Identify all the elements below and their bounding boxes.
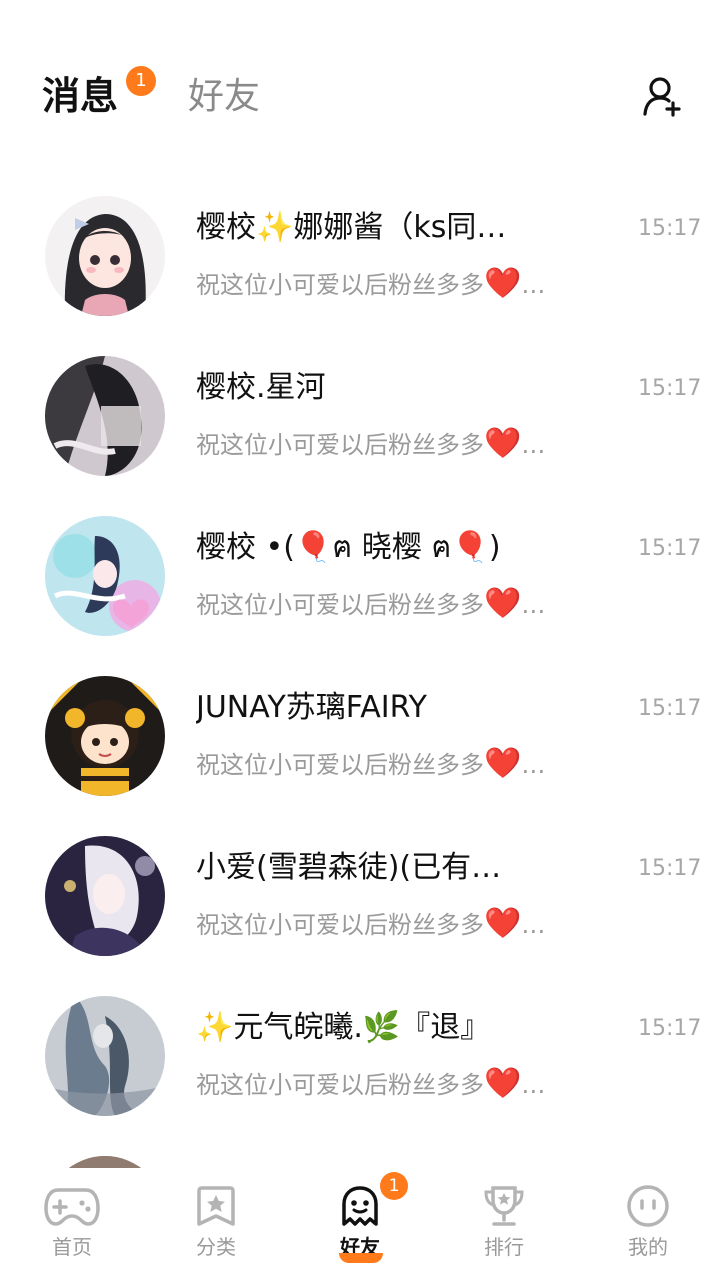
avatar[interactable] [45, 676, 165, 796]
avatar[interactable] [45, 196, 165, 316]
nav-ranking[interactable]: 排行 [454, 1184, 554, 1274]
conversation-list[interactable]: 樱校✨娜娜酱（ks同… 15:17 祝这位小可爱以后粉丝多多❤️… 樱校.星河 … [0, 178, 720, 1168]
tab-messages[interactable]: 消息 [42, 72, 118, 120]
nav-home[interactable]: 首页 [22, 1184, 122, 1274]
conversation-row[interactable]: 樱校✨娜娜酱（ks同… 15:17 祝这位小可爱以后粉丝多多❤️… [0, 178, 720, 338]
conversation-preview: 祝这位小可爱以后粉丝多多❤️… [196, 746, 546, 781]
avatar[interactable] [45, 1156, 165, 1168]
active-tab-indicator [339, 1253, 383, 1263]
conversation-time: 15:17 [638, 1016, 702, 1041]
nav-label: 分类 [196, 1235, 236, 1259]
conversation-time: 15:17 [638, 376, 702, 401]
add-user-icon [643, 77, 681, 117]
ghost-icon [342, 1186, 378, 1226]
conversation-name: JUNAY苏璃FAIRY [196, 690, 427, 725]
conversation-name: ✨元气皖曦.🌿『退』 [196, 1010, 491, 1045]
conversation-row[interactable]: 小爱(雪碧森徒)(已有… 15:17 祝这位小可爱以后粉丝多多❤️… [0, 818, 720, 978]
conversation-row[interactable]: 樱校 •(🎈ฅ 晓樱 ฅ🎈) 15:17 祝这位小可爱以后粉丝多多❤️… [0, 498, 720, 658]
avatar[interactable] [45, 996, 165, 1116]
avatar[interactable] [45, 836, 165, 956]
nav-friends-badge: 1 [380, 1172, 408, 1200]
nav-label: 首页 [52, 1235, 92, 1259]
gamepad-icon [44, 1188, 100, 1226]
nav-mine[interactable]: 我的 [598, 1184, 698, 1274]
conversation-row[interactable]: ✨元气皖曦.🌿『退』 15:17 祝这位小可爱以后粉丝多多❤️… [0, 978, 720, 1138]
conversation-row[interactable] [0, 1138, 720, 1168]
conversation-name: 樱校.星河 [196, 370, 326, 405]
add-friend-button[interactable] [640, 74, 684, 118]
conversation-preview: 祝这位小可爱以后粉丝多多❤️… [196, 426, 546, 461]
conversation-time: 15:17 [638, 536, 702, 561]
tab-friends[interactable]: 好友 [188, 74, 260, 120]
conversation-row[interactable]: 樱校.星河 15:17 祝这位小可爱以后粉丝多多❤️… [0, 338, 720, 498]
conversation-preview: 祝这位小可爱以后粉丝多多❤️… [196, 266, 546, 301]
conversation-time: 15:17 [638, 696, 702, 721]
avatar[interactable] [45, 516, 165, 636]
nav-category[interactable]: 分类 [166, 1184, 266, 1274]
conversation-name: 小爱(雪碧森徒)(已有… [196, 850, 502, 885]
trophy-icon [484, 1186, 524, 1226]
header: 消息 1 好友 [0, 0, 720, 160]
bottom-nav: 首页 分类 好友 排行 我的 [0, 1168, 720, 1280]
conversation-name: 樱校 •(🎈ฅ 晓樱 ฅ🎈) [196, 530, 501, 565]
face-icon [627, 1185, 669, 1227]
star-bookmark-icon [197, 1186, 235, 1226]
conversation-preview: 祝这位小可爱以后粉丝多多❤️… [196, 906, 546, 941]
nav-label: 我的 [628, 1235, 668, 1259]
conversation-row[interactable]: JUNAY苏璃FAIRY 15:17 祝这位小可爱以后粉丝多多❤️… [0, 658, 720, 818]
avatar[interactable] [45, 356, 165, 476]
conversation-time: 15:17 [638, 216, 702, 241]
tab-messages-badge: 1 [126, 66, 156, 96]
conversation-preview: 祝这位小可爱以后粉丝多多❤️… [196, 586, 546, 621]
conversation-time: 15:17 [638, 856, 702, 881]
nav-label: 排行 [484, 1235, 524, 1259]
conversation-preview: 祝这位小可爱以后粉丝多多❤️… [196, 1066, 546, 1101]
conversation-name: 樱校✨娜娜酱（ks同… [196, 210, 507, 245]
messages-page: 消息 1 好友 樱校✨娜娜酱（ks同… 15:17 祝这位小可爱以后粉丝多多❤️… [0, 0, 720, 1280]
